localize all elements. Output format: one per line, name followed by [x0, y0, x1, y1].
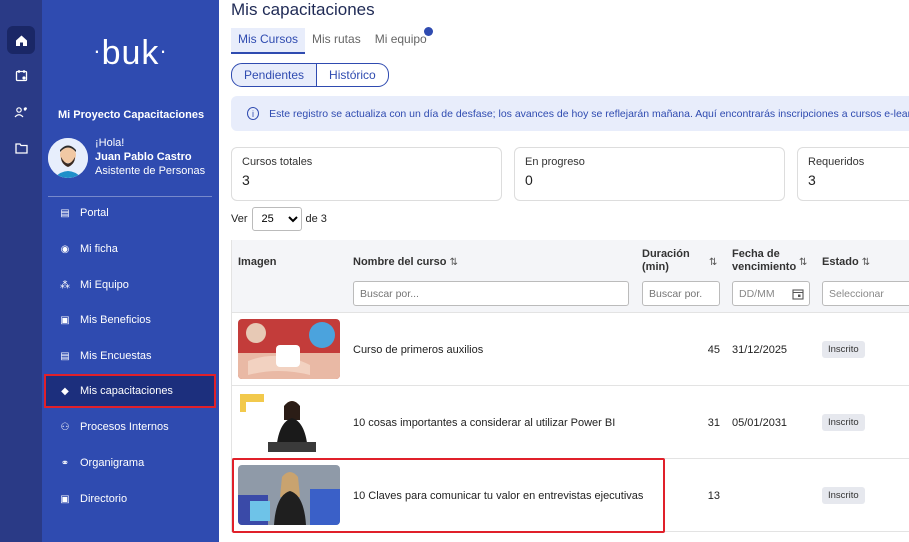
process-icon: ⚇ [60, 421, 70, 433]
id-icon: ◉ [60, 243, 70, 255]
status-badge: Inscrito [822, 386, 865, 459]
team-icon: ⁂ [60, 279, 70, 291]
pagination-control: Ver 25 de 3 [231, 207, 327, 231]
user-role: Asistente de Personas [95, 165, 206, 177]
column-nombre[interactable]: Nombre del curso ⇅ [353, 256, 458, 269]
status-badge: Inscrito [822, 313, 865, 386]
graduation-cap-icon: ◆ [61, 385, 69, 397]
course-duration: 45 [707, 343, 720, 356]
table-row[interactable]: Curso de primeros auxilios 45 31/12/2025… [232, 313, 909, 386]
calendar-icon[interactable] [7, 61, 35, 89]
sort-icon[interactable]: ⇅ [799, 256, 807, 269]
pendientes-button[interactable]: Pendientes [231, 63, 318, 87]
info-banner: i Este registro se actualiza con un día … [231, 96, 909, 131]
course-due-date: 05/01/2031 [732, 416, 788, 429]
user-card[interactable]: ¡Hola! Juan Pablo Castro Asistente de Pe… [48, 136, 213, 184]
sidebar-divider [48, 196, 212, 197]
sidebar-item-mis-capacitaciones[interactable]: ◆ Mis capacitaciones [44, 374, 216, 408]
tabs: Mis Cursos Mis rutas Mi equipo [231, 28, 434, 54]
sidebar-item-directorio[interactable]: ▣ Directorio [46, 484, 214, 514]
course-thumbnail-entrevistas [238, 465, 340, 525]
table-header: Imagen Nombre del curso ⇅ Duración (min)… [232, 240, 909, 313]
info-banner-text: Este registro se actualiza con un día de… [269, 107, 909, 120]
course-name[interactable]: Curso de primeros auxilios [353, 313, 483, 386]
stat-en-progreso: En progreso 0 [514, 147, 785, 201]
user-name: Juan Pablo Castro [95, 151, 192, 163]
table-row[interactable]: 10 Claves para comunicar tu valor en ent… [232, 459, 909, 532]
sidebar-item-mis-beneficios[interactable]: ▣ Mis Beneficios [46, 305, 214, 335]
user-info: ¡Hola! Juan Pablo Castro Asistente de Pe… [95, 136, 205, 178]
course-thumbnail-first-aid [238, 319, 340, 379]
sort-icon[interactable]: ⇅ [709, 256, 717, 269]
page-title: Mis capacitaciones [231, 0, 375, 19]
folder-icon[interactable] [7, 134, 35, 162]
course-name[interactable]: 10 Claves para comunicar tu valor en ent… [353, 459, 643, 532]
greeting: ¡Hola! [95, 137, 125, 149]
sidebar-item-mi-ficha[interactable]: ◉ Mi ficha [46, 234, 214, 264]
stat-cursos-totales: Cursos totales 3 [231, 147, 502, 201]
courses-table: Imagen Nombre del curso ⇅ Duración (min)… [231, 240, 909, 532]
sort-icon: ⇅ [861, 257, 871, 268]
duration-filter-input[interactable] [642, 281, 720, 306]
people-heart-icon[interactable] [7, 98, 35, 126]
document-icon: ▤ [60, 207, 70, 219]
sidebar-item-portal[interactable]: ▤ Portal [46, 198, 214, 228]
sidebar-item-mi-equipo[interactable]: ⁂ Mi Equipo [46, 270, 214, 300]
date-filter-input[interactable]: DD/MM [732, 281, 810, 306]
status-toggle: Pendientes Histórico [231, 63, 389, 87]
status-filter-select[interactable]: Seleccionar [822, 281, 909, 306]
sidebar-item-organigrama[interactable]: ⚭ Organigrama [46, 448, 214, 478]
name-filter-input[interactable] [353, 281, 629, 306]
sidebar-item-mis-encuestas[interactable]: ▤ Mis Encuestas [46, 341, 214, 371]
project-name: Mi Proyecto Capacitaciones [58, 109, 205, 121]
table-row[interactable]: 10 cosas importantes a considerar al uti… [232, 386, 909, 459]
status-badge: Inscrito [822, 459, 865, 532]
course-name[interactable]: 10 cosas importantes a considerar al uti… [353, 386, 615, 459]
calendar-icon [792, 288, 804, 300]
buk-logo[interactable]: ·buk· [42, 34, 219, 73]
sidebar-item-procesos-internos[interactable]: ⚇ Procesos Internos [46, 412, 214, 442]
avatar [48, 138, 88, 178]
survey-icon: ▤ [60, 350, 70, 362]
gift-icon: ▣ [60, 314, 70, 326]
course-duration: 13 [707, 489, 720, 502]
org-chart-icon: ⚭ [60, 457, 70, 469]
tab-mis-rutas[interactable]: Mis rutas [305, 28, 368, 54]
notification-dot [424, 27, 433, 36]
historico-button[interactable]: Histórico [317, 63, 389, 87]
directory-icon: ▣ [60, 493, 70, 505]
home-icon[interactable] [7, 26, 35, 54]
main-content: Mis capacitaciones Mis Cursos Mis rutas … [219, 0, 909, 542]
per-page-select[interactable]: 25 [251, 207, 302, 231]
sidebar: ·buk· Mi Proyecto Capacitaciones ¡Hola! … [42, 0, 219, 542]
course-due-date: 31/12/2025 [732, 343, 788, 356]
icon-rail [0, 0, 42, 542]
info-icon: i [247, 107, 260, 120]
column-imagen: Imagen [238, 256, 277, 268]
course-duration: 31 [707, 416, 720, 429]
stat-requeridos: Requeridos 3 [797, 147, 909, 201]
column-fecha-vencimiento[interactable]: Fecha de vencimiento [732, 248, 796, 274]
course-thumbnail-power-bi [238, 392, 340, 452]
column-estado[interactable]: Estado ⇅ [822, 256, 870, 269]
sort-icon: ⇅ [449, 257, 458, 268]
column-duracion[interactable]: Duración (min) [642, 248, 702, 274]
tab-mis-cursos[interactable]: Mis Cursos [231, 28, 306, 54]
